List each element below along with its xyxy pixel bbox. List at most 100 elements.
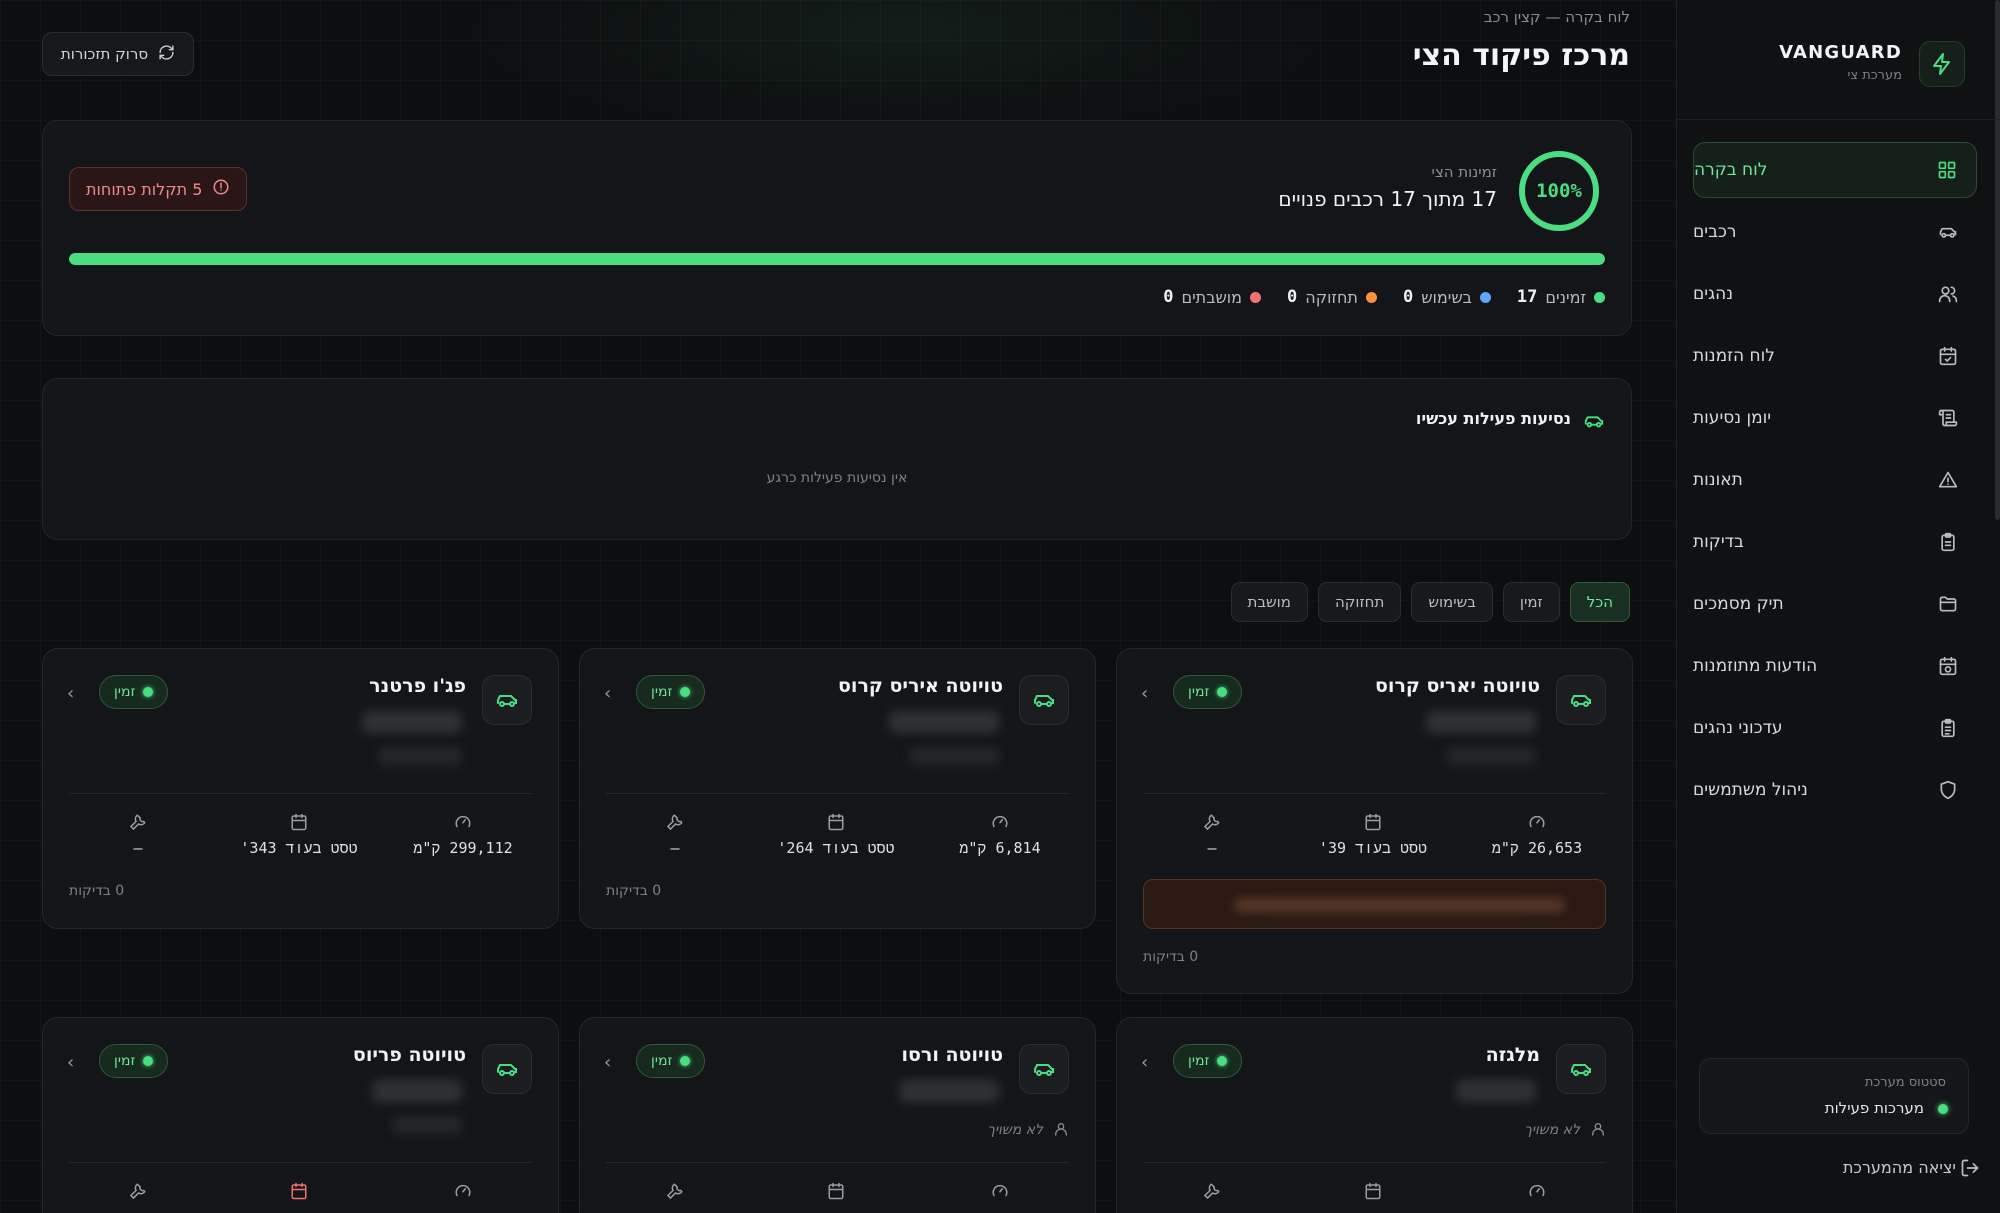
wrench-icon — [1137, 813, 1287, 833]
active-trips-empty: אין נסיעות פעילות כרגע — [766, 470, 908, 486]
sidebar-item-trip-log[interactable]: יומן נסיעות — [1693, 390, 1977, 446]
sidebar-item-accidents[interactable]: תאונות — [1693, 452, 1977, 508]
legend-count: 0 — [1287, 287, 1298, 307]
sync-reminders-button[interactable]: סרוק תזכורות — [42, 32, 194, 76]
status-label: זמין — [114, 1053, 136, 1069]
maintenance-value: – — [670, 839, 680, 857]
gauge-icon — [925, 1182, 1075, 1202]
sidebar: VANGUARD מערכת צי לוח בקרה רכבים נהגים ל… — [1676, 0, 2000, 1213]
legend-dot — [1594, 291, 1605, 303]
stat-test: טסט בעוד 264' — [761, 813, 911, 858]
alert-circle-icon — [212, 178, 230, 200]
stat-mileage — [925, 1182, 1075, 1208]
vehicle-name: טויוטה איריס קרוס — [838, 675, 1003, 697]
status-dot — [143, 687, 154, 697]
wrench-icon — [600, 1182, 750, 1202]
test-value: טסט בעוד 343' — [240, 839, 358, 857]
wrench-icon — [63, 813, 213, 833]
redacted-plate — [1456, 1080, 1536, 1102]
divider — [1143, 793, 1606, 794]
sidebar-item-user-management[interactable]: ניהול משתמשים — [1693, 762, 1977, 818]
vehicle-card[interactable]: טויוטה פריוס זמין ‹ — [42, 1017, 559, 1213]
active-trips-title: נסיעות פעילות עכשיו — [1415, 409, 1571, 428]
sidebar-item-label: עדכוני נהגים — [1693, 718, 1783, 738]
status-label: זמין — [1188, 684, 1210, 700]
stat-mileage — [388, 1182, 538, 1208]
user-icon — [1590, 1121, 1606, 1141]
sync-button-label: סרוק תזכורות — [60, 45, 149, 63]
car-icon — [1937, 221, 1959, 243]
sidebar-item-drivers[interactable]: נהגים — [1693, 266, 1977, 322]
sidebar-item-inspections[interactable]: בדיקות — [1693, 514, 1977, 570]
chevron-left-icon[interactable]: ‹ — [1141, 1052, 1148, 1073]
status-dot — [1217, 1056, 1228, 1066]
open-faults-label: 5 תקלות פתוחות — [86, 179, 203, 199]
header-glow — [450, 0, 1350, 140]
legend-label: זמינים — [1545, 287, 1586, 307]
refresh-icon — [158, 44, 175, 65]
chevron-left-icon[interactable]: ‹ — [604, 683, 611, 704]
breadcrumb: לוח בקרה — קצין רכב — [1483, 8, 1630, 26]
filter-in-use[interactable]: בשימוש — [1411, 582, 1493, 622]
legend-label: בשימוש — [1421, 287, 1472, 307]
logout-icon[interactable] — [1960, 1158, 1980, 1182]
logout-link[interactable]: יציאה מהמערכת — [1843, 1158, 1956, 1177]
vehicle-name: טויוטה יאריס קרוס — [1375, 675, 1540, 697]
chevron-left-icon[interactable]: ‹ — [67, 683, 74, 704]
status-badge: זמין — [99, 1044, 169, 1078]
bolt-icon — [1919, 41, 1965, 87]
calendar-icon — [761, 813, 911, 833]
status-badge: זמין — [636, 675, 706, 709]
status-label: זמין — [651, 684, 673, 700]
filter-maintenance[interactable]: תחזוקה — [1317, 582, 1402, 622]
sidebar-item-bookings[interactable]: לוח הזמנות — [1693, 328, 1977, 384]
sidebar-item-driver-updates[interactable]: עדכוני נהגים — [1693, 700, 1977, 756]
sidebar-item-scheduled-messages[interactable]: הודעות מתוזמנות — [1693, 638, 1977, 694]
legend-label: תחזוקה — [1305, 287, 1358, 307]
redacted-info — [909, 747, 999, 765]
filter-disabled[interactable]: מושבת — [1230, 582, 1308, 622]
chevron-left-icon[interactable]: ‹ — [1141, 683, 1148, 704]
clipboard-list-icon — [1937, 717, 1959, 739]
fleet-readiness-panel: 100% זמינות הצי 17 מתוך 17 רכבים פנויים … — [42, 120, 1632, 336]
scroll-icon — [1937, 407, 1959, 429]
vehicle-name: מלגזה — [1485, 1044, 1540, 1066]
maintenance-value: – — [133, 839, 143, 857]
wrench-icon — [63, 1182, 213, 1202]
stat-maintenance — [63, 1182, 213, 1208]
stat-mileage: 6,814 ק"מ — [925, 813, 1075, 858]
legend-label: מושבתים — [1181, 287, 1243, 307]
car-icon — [1583, 410, 1605, 436]
readiness-progress-bar — [69, 253, 1605, 265]
sidebar-item-label: תיק מסמכים — [1693, 594, 1784, 614]
stat-test — [761, 1182, 911, 1208]
sidebar-item-label: תאונות — [1693, 470, 1743, 490]
assigned-driver: לא משויך — [1524, 1122, 1580, 1138]
vehicle-card[interactable]: מלגזה זמין ‹ לא משויך — [1116, 1017, 1633, 1213]
vehicle-card[interactable]: פג'ו פרטנר זמין ‹ 299,112 ק"מ טסט בעוד 3… — [42, 648, 559, 929]
calendar-icon — [224, 1182, 374, 1202]
vehicle-card[interactable]: טויוטה ורסו זמין ‹ לא משויך — [579, 1017, 1096, 1213]
vehicle-card[interactable]: טויוטה יאריס קרוס זמין ‹ 26,653 ק"מ טסט … — [1116, 648, 1633, 994]
car-icon — [1019, 1044, 1069, 1094]
sidebar-item-dashboard[interactable]: לוח בקרה — [1693, 142, 1977, 198]
vehicle-name: טויוטה פריוס — [352, 1044, 466, 1066]
test-value: טסט בעוד 264' — [777, 839, 895, 857]
gauge-icon — [1462, 813, 1612, 833]
sidebar-item-documents[interactable]: תיק מסמכים — [1693, 576, 1977, 632]
filter-available[interactable]: זמין — [1502, 582, 1560, 622]
open-faults-button[interactable]: 5 תקלות פתוחות — [69, 167, 248, 211]
vehicle-card[interactable]: טויוטה איריס קרוס זמין ‹ 6,814 ק"מ טסט ב… — [579, 648, 1096, 929]
folder-icon — [1937, 593, 1959, 615]
users-icon — [1937, 283, 1959, 305]
sidebar-item-label: נהגים — [1693, 284, 1734, 304]
legend-dot — [1479, 291, 1491, 303]
sidebar-item-vehicles[interactable]: רכבים — [1693, 204, 1977, 260]
gauge-icon — [388, 813, 538, 833]
page-title: מרכז פיקוד הצי — [1412, 38, 1630, 73]
chevron-left-icon[interactable]: ‹ — [67, 1052, 74, 1073]
chevron-left-icon[interactable]: ‹ — [604, 1052, 611, 1073]
filter-all[interactable]: הכל — [1569, 582, 1630, 622]
status-badge: זמין — [99, 675, 169, 709]
legend-count: 0 — [1402, 287, 1414, 307]
